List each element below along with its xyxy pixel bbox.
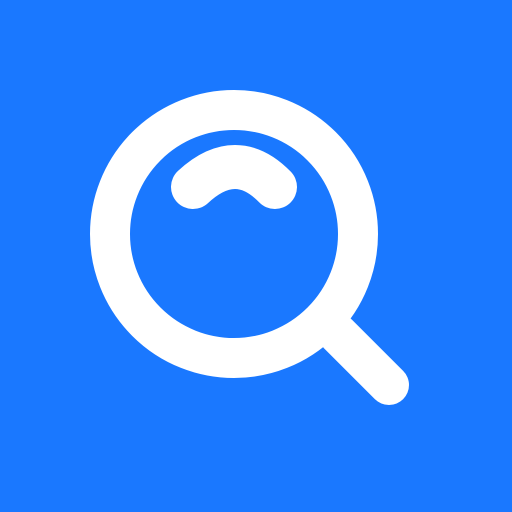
search-icon: [90, 90, 409, 405]
lens-glare: [171, 145, 297, 209]
magnifier-handle: [318, 314, 409, 405]
app-icon-tile: [0, 0, 512, 512]
